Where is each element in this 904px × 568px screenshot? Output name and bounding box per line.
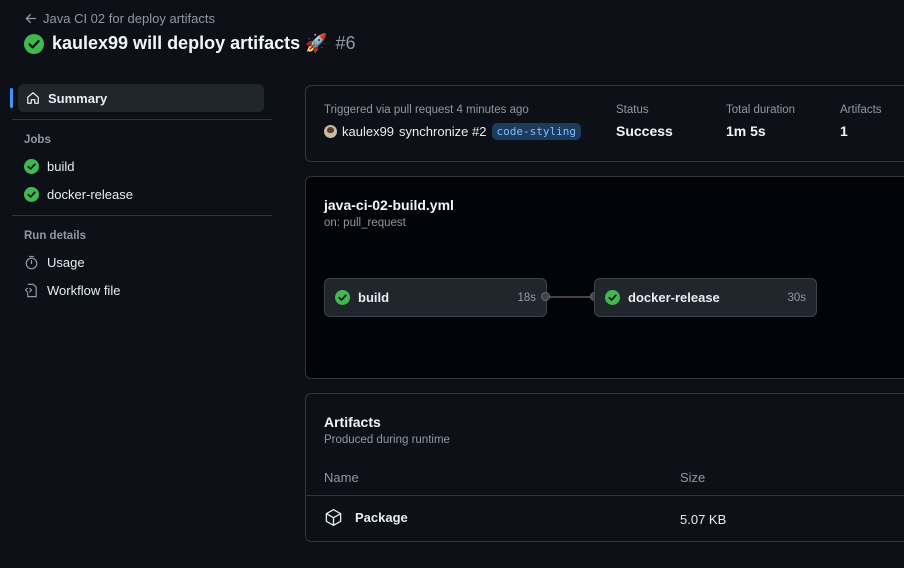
- artifacts-count-value[interactable]: 1: [840, 123, 882, 139]
- stopwatch-icon: [25, 255, 38, 269]
- artifacts-count-label: Artifacts: [840, 104, 882, 116]
- page-title: kaulex99 will deploy artifacts 🚀 #6: [24, 33, 356, 54]
- job-name: build: [358, 290, 390, 305]
- sidebar-item-docker-release[interactable]: docker-release: [12, 180, 272, 208]
- artifacts-subtitle: Produced during runtime: [324, 434, 450, 446]
- divider: [306, 495, 904, 496]
- column-header-name: Name: [324, 470, 359, 485]
- job-node-docker-release[interactable]: docker-release 30s: [594, 278, 817, 317]
- workflow-trigger: on: pull_request: [324, 217, 406, 229]
- sidebar-item-label: Usage: [47, 254, 85, 270]
- run-number: #6: [335, 33, 356, 53]
- artifact-size: 5.07 KB: [680, 512, 727, 527]
- duration-value: 1m 5s: [726, 123, 766, 139]
- jobs-heading: Jobs: [24, 134, 51, 146]
- status-value: Success: [616, 123, 673, 139]
- job-name: docker-release: [628, 290, 720, 305]
- artifact-name[interactable]: Package: [355, 510, 408, 525]
- divider: [12, 119, 272, 120]
- back-link-label: Java CI 02 for deploy artifacts: [43, 11, 215, 26]
- divider: [12, 215, 272, 216]
- artifacts-card: Artifacts Produced during runtime Name S…: [305, 393, 904, 542]
- connector-dot: [541, 292, 550, 301]
- sidebar: Summary Jobs build docker-release Run de…: [10, 84, 272, 304]
- job-node-build[interactable]: build 18s: [324, 278, 547, 317]
- sidebar-item-label: Summary: [48, 90, 108, 106]
- check-circle-icon: [335, 290, 350, 305]
- status-block: Status Success: [616, 104, 673, 139]
- status-label: Status: [616, 104, 649, 116]
- actor-link[interactable]: kaulex99: [342, 124, 394, 139]
- workflow-file-name[interactable]: java-ci-02-build.yml: [324, 197, 454, 213]
- run-summary-card: Triggered via pull request 4 minutes ago…: [305, 85, 904, 162]
- artifacts-count-block: Artifacts 1: [840, 104, 882, 139]
- sidebar-item-label: docker-release: [47, 186, 133, 202]
- branch-badge[interactable]: code-styling: [491, 123, 581, 140]
- trigger-text: Triggered via pull request 4 minutes ago: [324, 104, 529, 116]
- duration-label: Total duration: [726, 104, 796, 116]
- trigger-action[interactable]: synchronize #2: [399, 124, 486, 139]
- arrow-left-icon: [25, 13, 37, 24]
- sidebar-item-workflow-file[interactable]: Workflow file: [12, 276, 272, 304]
- check-circle-icon: [24, 186, 39, 202]
- artifact-row[interactable]: Package: [324, 508, 408, 527]
- workflow-graph-card: java-ci-02-build.yml on: pull_request bu…: [305, 176, 904, 379]
- job-connector: [546, 296, 594, 298]
- artifacts-title: Artifacts: [324, 414, 381, 430]
- success-check-icon: [24, 33, 44, 54]
- file-code-icon: [24, 283, 37, 297]
- home-icon: [27, 92, 39, 104]
- job-duration: 18s: [517, 291, 536, 304]
- back-link[interactable]: Java CI 02 for deploy artifacts: [24, 11, 215, 26]
- sidebar-item-summary[interactable]: Summary: [10, 84, 264, 112]
- run-title-text: kaulex99 will deploy artifacts 🚀: [52, 33, 328, 53]
- job-duration: 30s: [787, 291, 806, 304]
- sidebar-item-label: build: [47, 158, 75, 174]
- package-icon: [325, 509, 342, 526]
- sidebar-item-build[interactable]: build: [12, 152, 272, 180]
- duration-block: Total duration 1m 5s: [726, 104, 795, 139]
- check-circle-icon: [24, 158, 39, 174]
- run-details-heading: Run details: [24, 230, 86, 242]
- trigger-info: Triggered via pull request 4 minutes ago…: [324, 104, 581, 140]
- sidebar-item-usage[interactable]: Usage: [12, 248, 272, 276]
- avatar[interactable]: [324, 125, 337, 138]
- column-header-size: Size: [680, 470, 706, 485]
- check-circle-icon: [605, 290, 620, 305]
- sidebar-item-label: Workflow file: [47, 282, 121, 298]
